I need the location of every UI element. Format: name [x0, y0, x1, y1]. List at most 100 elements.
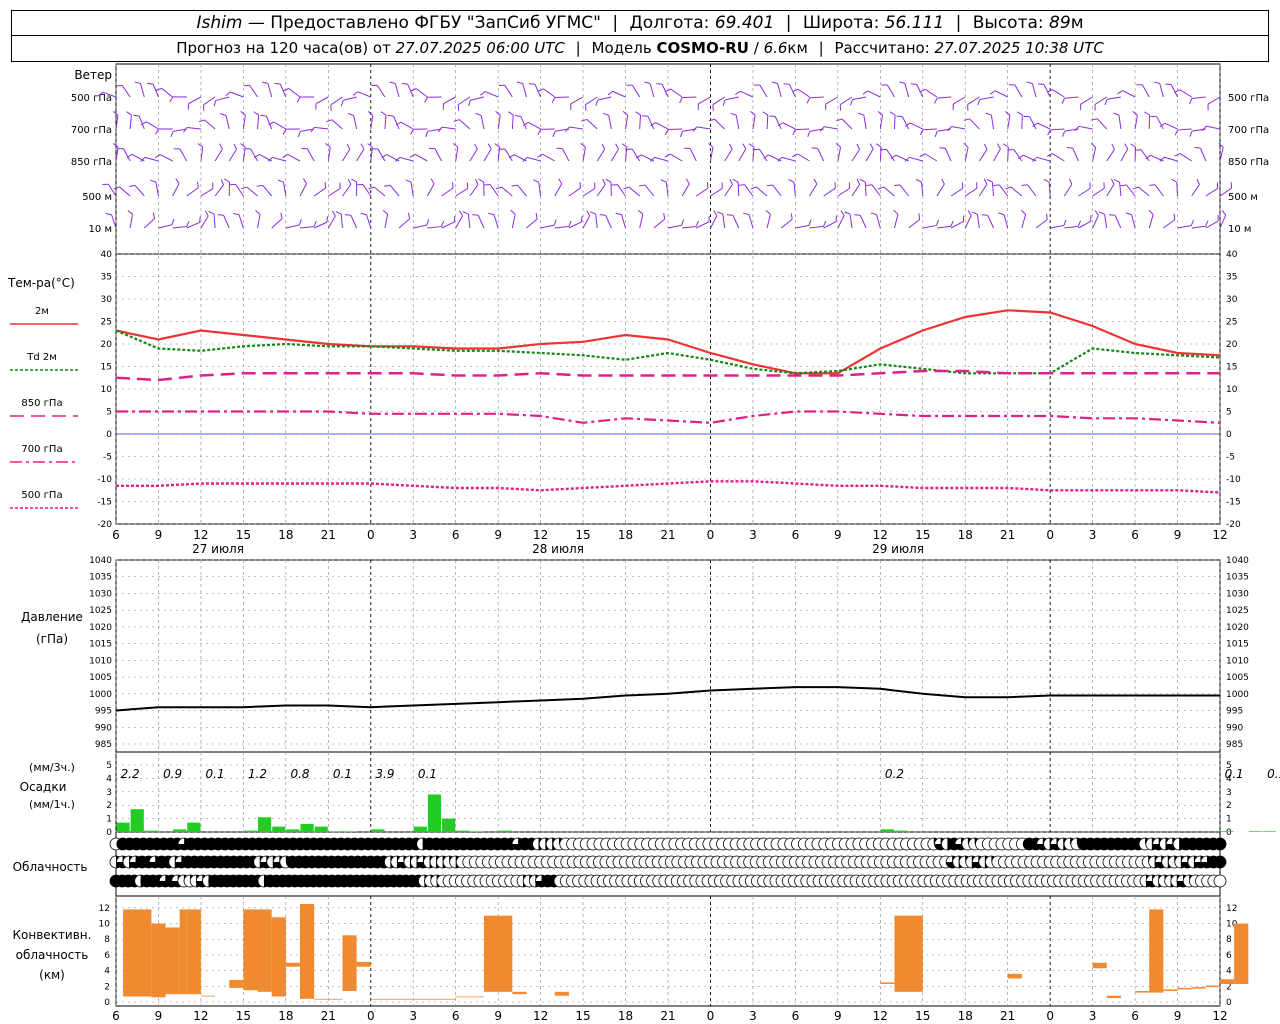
wind-barb-flag: [996, 143, 1001, 150]
wind-barb-shaft: [969, 118, 980, 130]
wind-barb-flag: [998, 212, 1005, 215]
wind-barb-shaft: [111, 214, 117, 229]
wind-barb-shaft: [483, 148, 492, 162]
wind-barb-flag: [967, 210, 972, 216]
wind-barb-flag: [742, 143, 747, 150]
wind-barb-shaft: [504, 148, 513, 162]
wind-barb-shaft: [554, 226, 569, 229]
convective-tick-left: 12: [99, 904, 110, 914]
precip-bar: [144, 830, 158, 832]
wind-barb-shaft: [952, 96, 966, 105]
precip-3h-total: 0.1: [418, 767, 437, 781]
wind-barb-flag: [152, 212, 156, 219]
time-tick-label: 21: [1000, 528, 1015, 542]
wind-barb-flag: [1125, 212, 1132, 215]
convective-bar: [512, 991, 527, 995]
wind-barb-flag: [1045, 213, 1048, 220]
precip-bar: [894, 830, 909, 832]
wind-barb-flag: [1021, 184, 1028, 187]
wind-barb-flag: [126, 111, 132, 116]
wind-barb-shaft: [362, 184, 372, 197]
wind-barb-shaft: [1154, 184, 1164, 197]
wind-barb-flag: [507, 111, 514, 116]
wind-barb-flag: [918, 213, 921, 220]
time-tick-label: 0: [1046, 528, 1054, 542]
wind-barb-shaft: [1007, 146, 1009, 162]
wind-barb-shaft: [655, 122, 669, 130]
temp-tick-left: -15: [97, 498, 112, 508]
wind-barb-flag: [1091, 118, 1098, 121]
wind-barb-flag: [186, 220, 190, 227]
pressure-tick-left: 990: [95, 723, 112, 733]
wind-barb-shaft: [732, 215, 740, 229]
wind-barb-shaft: [122, 148, 131, 162]
wind-barb-flag: [1068, 178, 1073, 185]
wind-barb-shaft: [398, 218, 410, 229]
wind-barb-flag: [127, 209, 133, 215]
wind-barb-flag: [533, 179, 539, 183]
wind-barb-shaft: [780, 218, 793, 229]
wind-barb-shaft: [653, 218, 665, 229]
wind-barb-shaft: [265, 115, 273, 130]
wind-barb-flag: [695, 220, 699, 227]
wind-barb-flag: [277, 179, 284, 183]
wind-barb-flag: [807, 131, 811, 138]
time-tick-label-bottom: 18: [278, 1009, 293, 1023]
wind-barb-shaft: [315, 96, 329, 105]
wind-barb-flag: [717, 211, 724, 215]
convective-bar: [894, 915, 923, 992]
wind-barb-shaft: [883, 186, 895, 197]
wind-barb-shaft: [570, 96, 584, 105]
wind-barb-shaft: [377, 148, 386, 162]
wind-barb-flag: [335, 211, 342, 215]
wind-barb-shaft: [669, 153, 683, 162]
wind-barb-shaft: [893, 214, 899, 229]
wind-barb-shaft: [235, 184, 244, 197]
wind-barb-shaft: [1003, 214, 1009, 229]
wind-barb-flag: [261, 81, 269, 85]
convective-bar: [880, 982, 895, 984]
time-tick-label-bottom: 12: [1212, 1009, 1227, 1023]
wind-barb-flag: [605, 178, 612, 183]
wind-barb-shaft: [714, 118, 725, 130]
wind-level-left-label: 10 м: [89, 224, 112, 235]
pressure-tick-left: 1015: [89, 640, 112, 650]
wind-barb-shaft: [370, 115, 374, 130]
precip-bar: [1248, 831, 1262, 832]
wind-barb-shaft: [283, 182, 287, 197]
wind-barb-flag: [849, 99, 853, 106]
wind-barb-shaft: [1050, 225, 1065, 229]
wind-barb-flag: [217, 214, 224, 216]
temp-legend-label-t2m: 2м: [35, 306, 49, 317]
wind-barb-shaft: [140, 83, 145, 98]
wind-barb-shaft: [774, 116, 782, 130]
wind-barb-shaft: [172, 183, 180, 197]
wind-barb-shaft: [242, 115, 246, 130]
wind-barb-flag: [475, 112, 482, 116]
wind-barb-flag: [537, 153, 543, 158]
wind-barb-flag: [344, 214, 351, 216]
wind-barb-shaft: [273, 121, 287, 130]
wind-barb-flag: [771, 81, 778, 84]
wind-barb-flag: [351, 178, 357, 183]
wind-barb-shaft: [782, 122, 796, 130]
wind-barb-flag: [722, 99, 726, 106]
wind-barb-flag: [983, 178, 988, 185]
wind-barb-shaft: [441, 126, 456, 130]
wind-barb-shaft: [249, 85, 258, 98]
precip-tick-left: 0: [106, 828, 112, 838]
wind-barb-shaft: [1021, 214, 1027, 229]
wind-barb-shaft: [621, 214, 627, 229]
wind-barb-shaft: [299, 226, 314, 229]
wind-barb-flag: [225, 91, 231, 97]
wind-barb-shaft: [138, 115, 145, 130]
temp-tick-right: 15: [1226, 363, 1237, 373]
convective-tick-right: 12: [1226, 904, 1237, 914]
precip-3h-total: 0.2: [885, 767, 904, 781]
wind-barb-shaft: [964, 187, 978, 197]
wind-barb-shaft: [797, 88, 810, 98]
precip-bar: [880, 829, 894, 832]
wind-barb-flag: [197, 143, 203, 148]
wind-barb-shaft: [228, 148, 238, 162]
wind-barb-shaft: [924, 153, 938, 162]
